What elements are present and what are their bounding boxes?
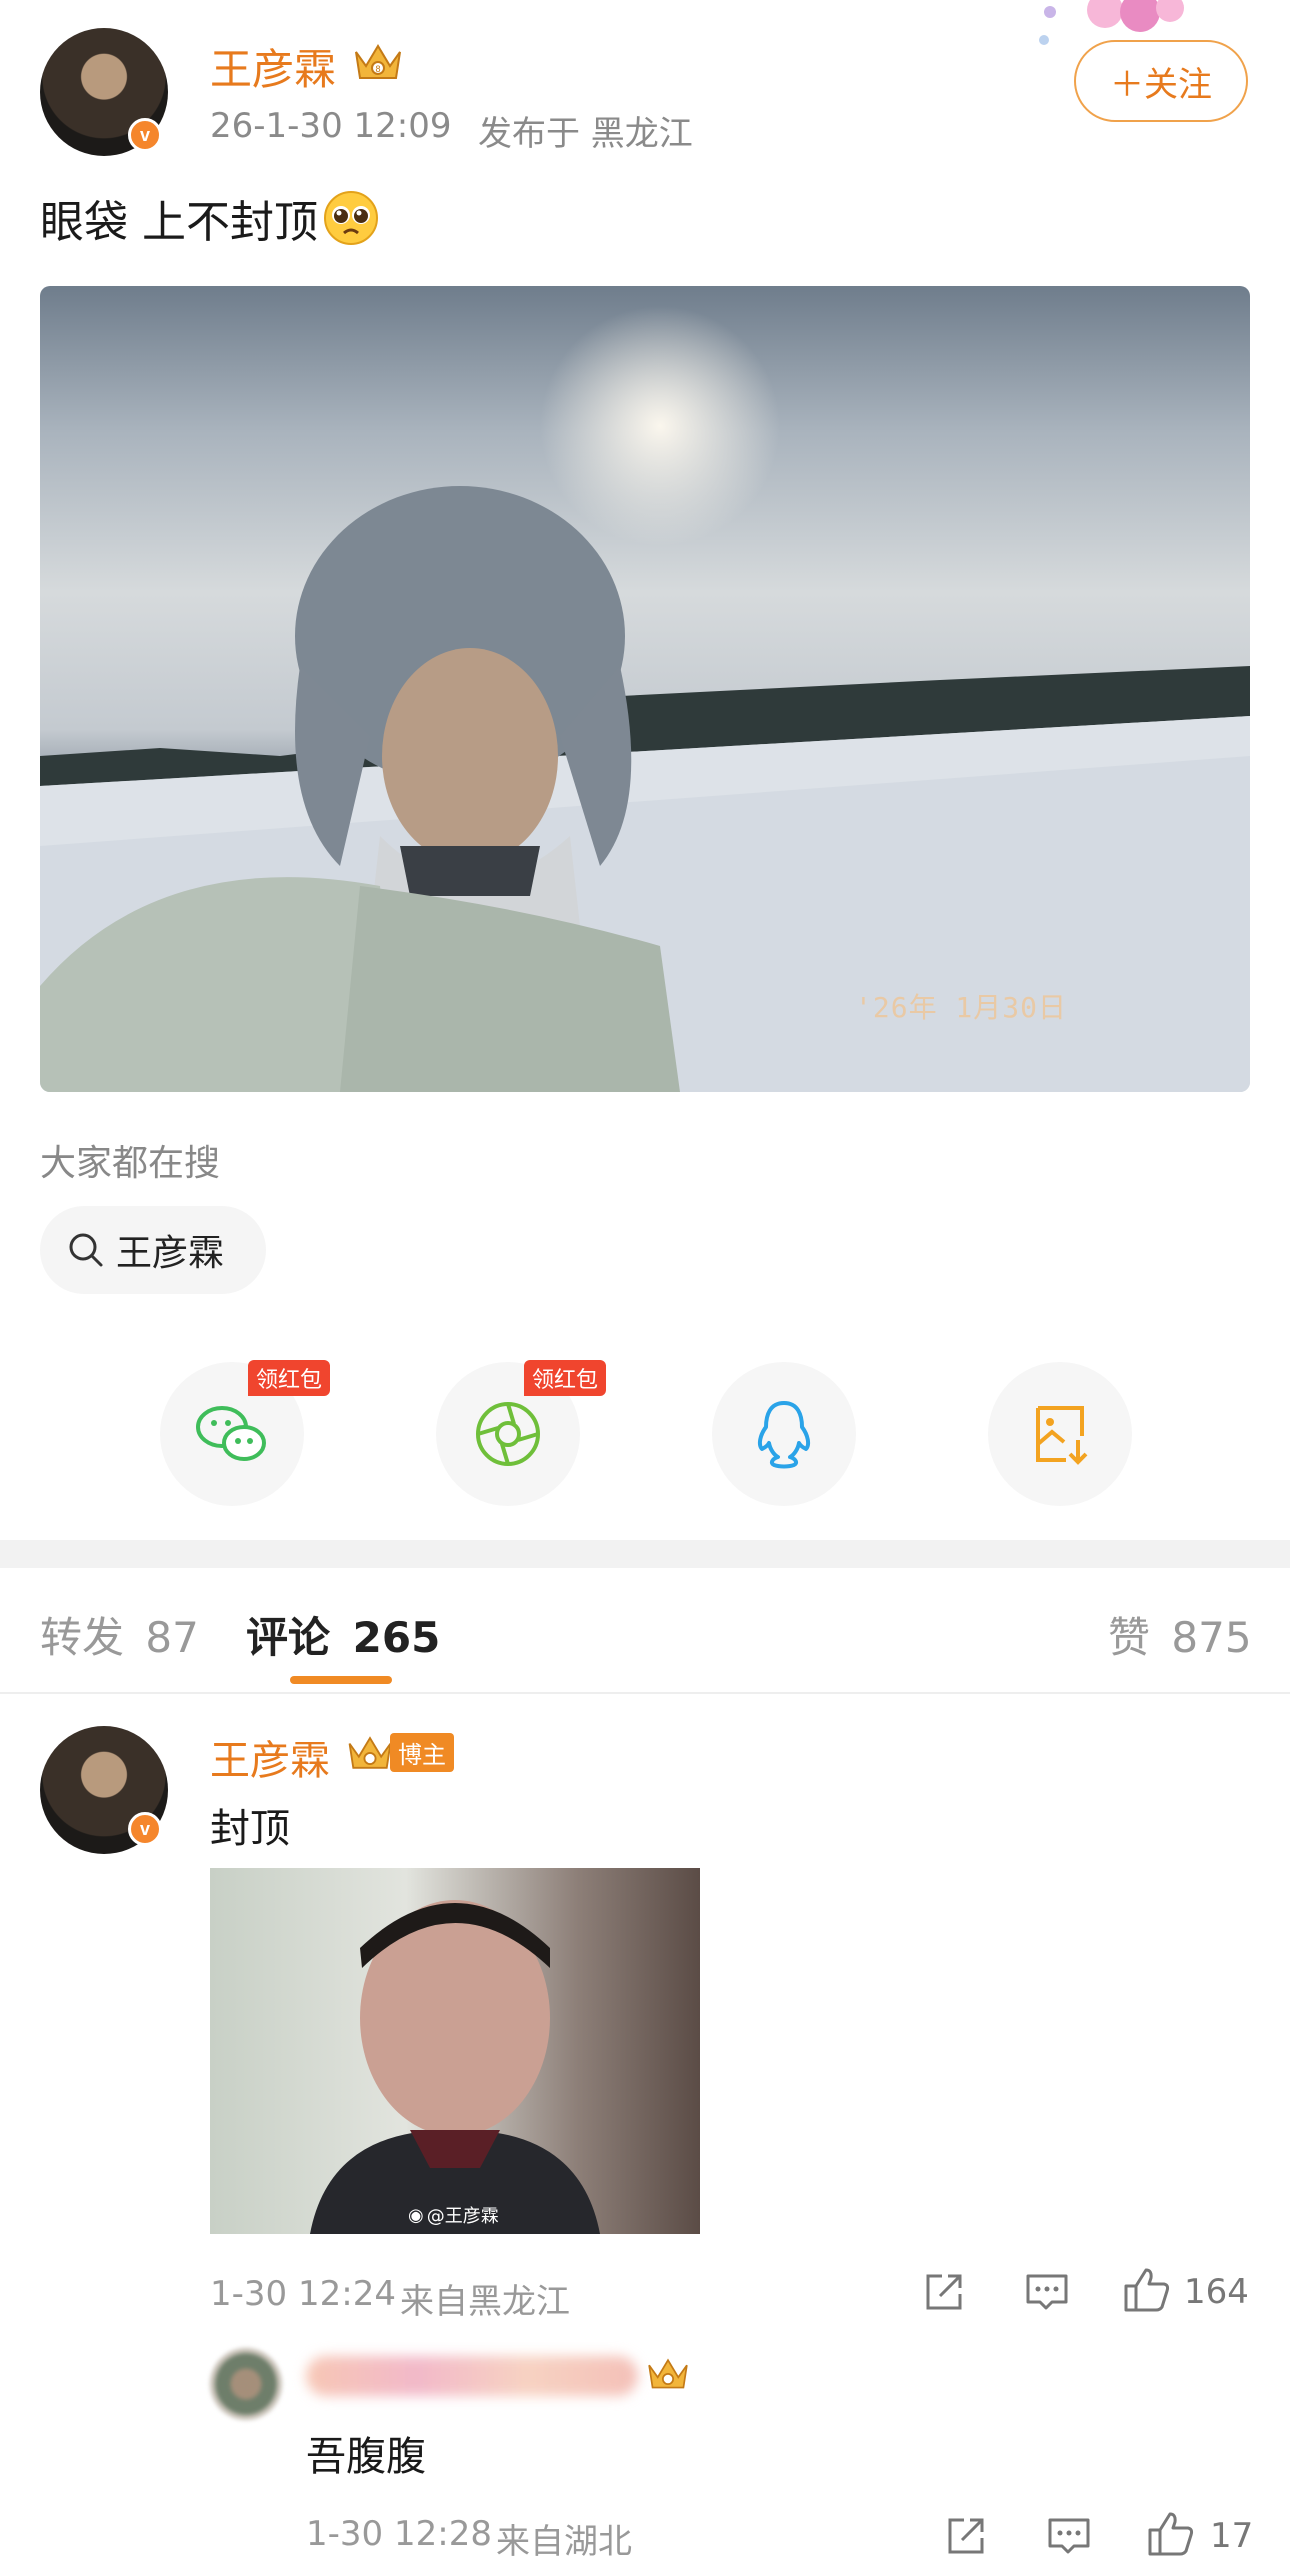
save-image-icon	[1036, 1406, 1088, 1465]
comment-location: 来自黑龙江	[400, 2282, 570, 2322]
reply-share-icon[interactable]	[944, 2514, 988, 2558]
hot-search-title: 大家都在搜	[40, 1143, 221, 1184]
reply-avatar[interactable]	[210, 2348, 282, 2420]
section-divider	[0, 1540, 1290, 1568]
svg-text:8: 8	[375, 64, 380, 74]
tab-repost-label: 转发	[40, 1613, 125, 1662]
tab-repost-count: 87	[145, 1613, 199, 1662]
comment-image-scene	[310, 1900, 600, 2234]
tab-repost[interactable]: 转发 87	[40, 1604, 199, 1665]
share-icon[interactable]	[922, 2270, 966, 2314]
search-icon	[69, 1233, 103, 1267]
tab-comments-count: 265	[352, 1613, 441, 1662]
tab-comments[interactable]: 评论 265	[246, 1604, 440, 1665]
wechat-redpacket-tag: 领红包	[248, 1360, 331, 1396]
moments-icon	[476, 1402, 540, 1466]
post-time: 26-1-30 12:09	[210, 106, 452, 146]
crown-icon	[348, 1736, 392, 1769]
tabs-bottom-border	[0, 1692, 1290, 1694]
tab-likes-count: 875	[1171, 1613, 1252, 1662]
follow-button[interactable]: ＋关注	[1074, 40, 1248, 122]
photo-date-stamp: '26年 1月30日	[855, 991, 1068, 1024]
share-qq-button[interactable]	[712, 1362, 856, 1506]
photo-scene	[40, 306, 1250, 1092]
like-icon[interactable]	[1122, 2266, 1172, 2314]
tab-likes[interactable]: 赞 875	[1108, 1604, 1252, 1665]
blogger-badge-label: 博主	[390, 1732, 454, 1772]
crown-icon	[648, 2358, 688, 2389]
reply-comment-icon[interactable]	[1046, 2514, 1092, 2558]
comment-image[interactable]: ◉ @王彦霖	[210, 1868, 700, 2234]
commenter-verified-icon: v	[128, 1812, 162, 1846]
crown-icon: 8	[355, 44, 401, 79]
post-text: 眼袋 上不封顶	[40, 186, 380, 250]
comment-icon[interactable]	[1024, 2270, 1070, 2314]
reply-like-icon[interactable]	[1146, 2510, 1196, 2558]
wechat-icon	[196, 1406, 266, 1461]
reply-location: 来自湖北	[496, 2522, 632, 2562]
comment-like-count: 164	[1184, 2272, 1249, 2312]
post-text-content: 眼袋 上不封顶	[40, 197, 318, 248]
comment-image-watermark-text: @王彦霖	[426, 2206, 499, 2227]
post-location: 发布于 黑龙江	[478, 114, 693, 154]
tab-likes-label: 赞	[1108, 1613, 1151, 1662]
blogger-badge: 博主	[344, 1730, 454, 1774]
weibo-logo-icon: ◉	[408, 2204, 424, 2226]
reply-text: 吾腹腹	[306, 2434, 426, 2480]
hot-search-keyword: 王彦霖	[116, 1233, 225, 1274]
hot-search-chip[interactable]: 王彦霖	[40, 1206, 266, 1294]
comment-time: 1-30 12:24	[210, 2274, 396, 2314]
save-image-button[interactable]	[988, 1362, 1132, 1506]
active-tab-underline	[290, 1676, 392, 1684]
post-photo[interactable]: '26年 1月30日	[40, 286, 1250, 1092]
reply-like-count: 17	[1210, 2516, 1254, 2556]
reply-time: 1-30 12:28	[306, 2514, 492, 2554]
author-name[interactable]: 王彦霖	[210, 36, 336, 97]
follow-button-label: ＋关注	[1110, 64, 1212, 105]
comment-image-watermark: ◉ @王彦霖	[408, 2202, 499, 2228]
commenter-name[interactable]: 王彦霖	[210, 1728, 330, 1786]
reply-author-name-blurred[interactable]	[306, 2356, 638, 2396]
moments-redpacket-tag: 领红包	[524, 1360, 607, 1396]
verified-badge-icon: v	[128, 118, 162, 152]
qq-icon	[757, 1401, 811, 1469]
comment-text: 封顶	[210, 1806, 290, 1852]
pleading-face-emoji-icon	[324, 191, 378, 245]
tab-comments-label: 评论	[246, 1613, 331, 1662]
